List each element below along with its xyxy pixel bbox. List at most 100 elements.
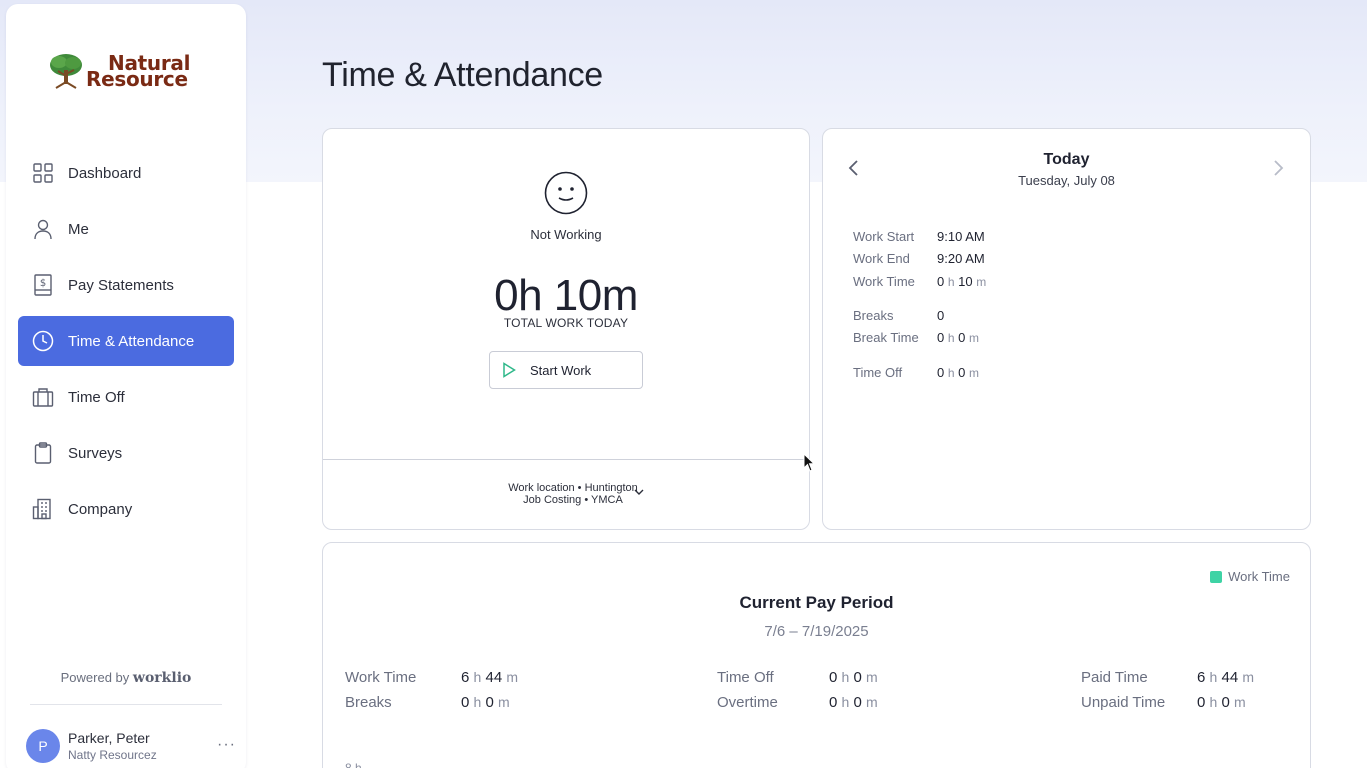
- stat-label: Unpaid Time: [1081, 694, 1166, 711]
- minutes-value: 44: [1221, 669, 1239, 686]
- sidebar-divider: [30, 704, 222, 705]
- sidebar-item-label: Dashboard: [68, 164, 142, 182]
- pay-period-card: Work Time Current Pay Period 7/6 – 7/19/…: [322, 542, 1311, 768]
- minutes-unit: m: [1242, 669, 1255, 685]
- work-time-value: 0 h 10 m: [937, 274, 986, 289]
- hours-value: 6: [461, 669, 470, 686]
- work-status: Not Working: [530, 227, 602, 242]
- sidebar-item-label: Surveys: [68, 444, 123, 462]
- minutes-unit: m: [506, 669, 519, 685]
- card-divider: [323, 459, 809, 460]
- hours-unit: h: [473, 669, 482, 685]
- hours-value: 6: [1197, 669, 1206, 686]
- time-off-label: Time Off: [853, 365, 903, 380]
- person-icon: [34, 219, 52, 240]
- briefcase-icon: [32, 388, 54, 407]
- chevron-down-icon[interactable]: [633, 487, 645, 497]
- pay-period-range: 7/6 – 7/19/2025: [764, 623, 869, 640]
- chevron-right-icon[interactable]: [1271, 159, 1285, 177]
- stat-value: 0 h 0 m: [829, 694, 878, 711]
- time-off-row: Time Off 0 h 0 m: [853, 365, 979, 380]
- mouse-cursor-icon: [803, 453, 815, 472]
- user-info: Parker, Peter Natty Resourcez: [68, 730, 157, 762]
- brand-logo[interactable]: Natural Resource: [48, 50, 218, 92]
- stat-label: Work Time: [345, 669, 417, 686]
- pay-statement-icon: $: [34, 274, 52, 296]
- stat-time-off: Time Off 0 h 0 m: [717, 669, 878, 686]
- hours-value: 0: [829, 694, 838, 711]
- hours-unit: h: [841, 669, 850, 685]
- total-work-time: 0h 10m: [494, 271, 638, 320]
- chart-legend: Work Time: [1210, 569, 1290, 584]
- minutes-value: 0: [958, 330, 966, 345]
- sidebar-item-label: Me: [68, 220, 89, 238]
- sidebar-item-label: Time & Attendance: [68, 332, 195, 350]
- chart-y-axis-label: 8 h: [345, 761, 362, 768]
- sidebar-nav: Dashboard Me $ Pay Statements Time & Att…: [18, 148, 234, 540]
- hours-value: 0: [937, 330, 945, 345]
- stat-value: 0 h 0 m: [461, 694, 510, 711]
- play-icon: [503, 362, 516, 378]
- breaks-row: Breaks 0: [853, 308, 944, 323]
- minutes-value: 0: [853, 669, 862, 686]
- stat-unpaid-time: Unpaid Time 0 h 0 m: [1081, 694, 1246, 711]
- tree-logo-icon: [50, 54, 82, 89]
- hours-unit: h: [947, 366, 955, 380]
- start-work-button[interactable]: Start Work: [489, 351, 643, 389]
- powered-by: Powered by worklio: [6, 670, 246, 686]
- minutes-value: 0: [485, 694, 494, 711]
- minutes-unit: m: [976, 275, 987, 289]
- sidebar-item-label: Time Off: [68, 388, 125, 406]
- sidebar: Natural Resource Dashboard Me $ Pay Stat…: [6, 4, 246, 768]
- sidebar-item-pay-statements[interactable]: $ Pay Statements: [18, 260, 234, 310]
- grid-icon: [33, 163, 53, 183]
- sidebar-item-time-off[interactable]: Time Off: [18, 372, 234, 422]
- user-org: Natty Resourcez: [68, 748, 157, 762]
- stat-overtime: Overtime 0 h 0 m: [717, 694, 878, 711]
- minutes-unit: m: [498, 694, 510, 710]
- break-time-label: Break Time: [853, 330, 919, 345]
- today-title: Today: [1043, 151, 1090, 168]
- hours-unit: h: [1209, 694, 1218, 710]
- work-end-label: Work End: [853, 251, 910, 266]
- stat-value: 6 h 44 m: [461, 669, 518, 686]
- stat-value: 6 h 44 m: [1197, 669, 1254, 686]
- stat-label: Paid Time: [1081, 669, 1148, 686]
- more-options-icon[interactable]: ···: [217, 736, 236, 754]
- sidebar-item-label: Company: [68, 500, 133, 518]
- clock-status-card: Not Working 0h 10m TOTAL WORK TODAY Star…: [322, 128, 810, 530]
- total-work-label: TOTAL WORK TODAY: [503, 316, 629, 330]
- smiley-face-icon: [544, 171, 588, 215]
- legend-label: Work Time: [1228, 569, 1290, 584]
- start-work-label: Start Work: [530, 362, 592, 378]
- sidebar-item-surveys[interactable]: Surveys: [18, 428, 234, 478]
- stat-breaks: Breaks 0 h 0 m: [345, 694, 510, 711]
- today-date: Tuesday, July 08: [1018, 173, 1115, 188]
- sidebar-item-me[interactable]: Me: [18, 204, 234, 254]
- content-background: [1310, 182, 1367, 768]
- user-profile[interactable]: P Parker, Peter Natty Resourcez ···: [26, 726, 236, 766]
- brand-wordmark: Natural Resource: [86, 53, 190, 91]
- minutes-value: 0: [958, 365, 966, 380]
- work-time-label: Work Time: [853, 274, 915, 289]
- hours-unit: h: [1209, 669, 1218, 685]
- worklio-logo: worklio: [132, 670, 192, 686]
- sidebar-item-company[interactable]: Company: [18, 484, 234, 534]
- sidebar-item-time-attendance[interactable]: Time & Attendance: [18, 316, 234, 366]
- pay-period-title: Current Pay Period: [739, 593, 894, 612]
- minutes-unit: m: [969, 366, 980, 380]
- brand-line-2: Resource: [86, 67, 188, 91]
- hours-value: 0: [937, 365, 945, 380]
- hours-value: 0: [1197, 694, 1206, 711]
- work-end-row: Work End 9:20 AM: [853, 251, 985, 266]
- stat-work-time: Work Time 6 h 44 m: [345, 669, 518, 686]
- work-time-row: Work Time 0 h 10 m: [853, 274, 986, 289]
- user-name: Parker, Peter: [68, 730, 150, 746]
- hours-unit: h: [841, 694, 850, 710]
- time-off-value: 0 h 0 m: [937, 365, 979, 380]
- minutes-value: 10: [958, 274, 973, 289]
- sidebar-item-label: Pay Statements: [68, 276, 174, 294]
- break-time-row: Break Time 0 h 0 m: [853, 330, 979, 345]
- sidebar-item-dashboard[interactable]: Dashboard: [18, 148, 234, 198]
- minutes-unit: m: [866, 669, 878, 685]
